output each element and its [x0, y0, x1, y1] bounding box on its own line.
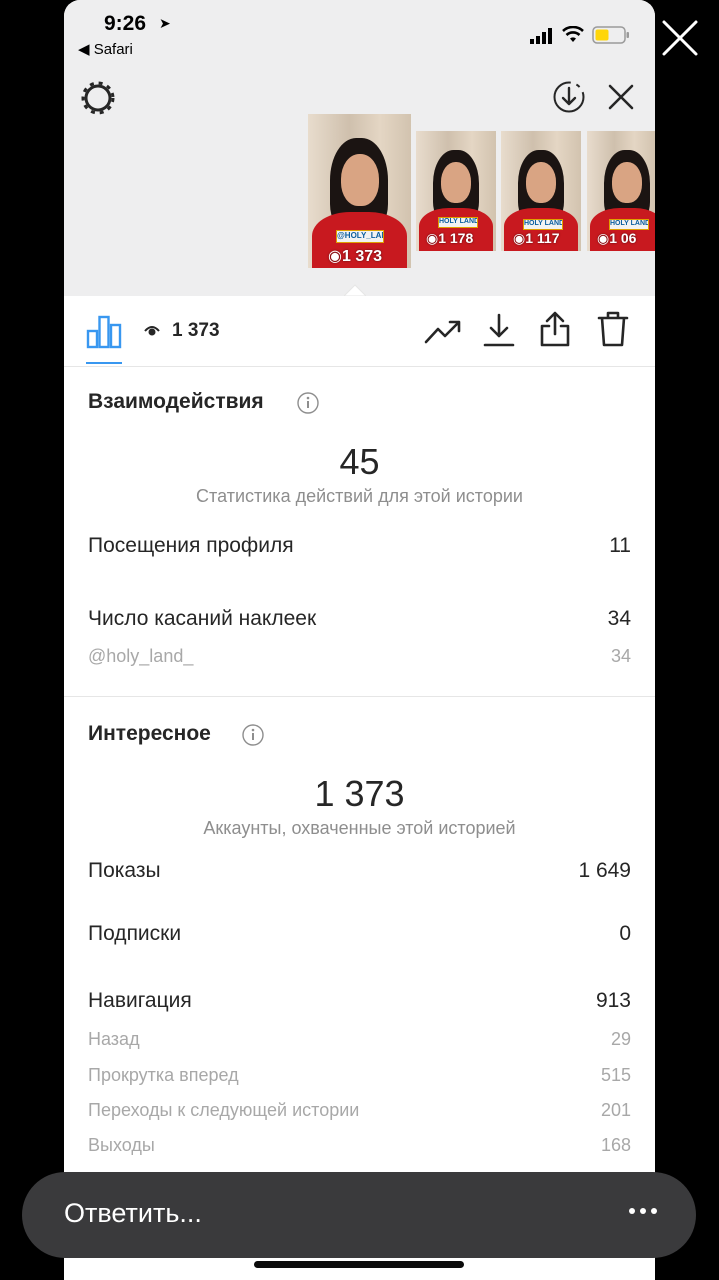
- close-icon[interactable]: [660, 18, 700, 58]
- thumbnail-sticker: HOLY LAND: [523, 219, 563, 230]
- metric-label: Посещения профиля: [88, 534, 294, 557]
- active-tab-indicator: [86, 362, 122, 364]
- metric-label: Число касаний наклеек: [88, 607, 317, 630]
- navigation-sub-value: 201: [600, 1100, 631, 1120]
- more-horizontal-icon[interactable]: [628, 1206, 658, 1216]
- close-icon[interactable]: [606, 82, 636, 112]
- metric-label: Показы: [88, 859, 161, 882]
- story-action-bar: 1 373: [64, 296, 655, 367]
- bar-chart-icon[interactable]: [86, 313, 122, 349]
- gear-icon[interactable]: [80, 80, 116, 116]
- metric-value: 1 649: [578, 859, 631, 882]
- metric-label: Подписки: [88, 922, 182, 945]
- sticker-tap-value: 34: [610, 646, 631, 666]
- download-circle-icon[interactable]: [552, 80, 586, 114]
- story-thumbnail[interactable]: HOLY LAND ◉1 117: [501, 131, 581, 251]
- info-icon[interactable]: [242, 724, 264, 746]
- navigation-sub-value: 168: [600, 1135, 631, 1155]
- metric-label: Навигация: [88, 989, 192, 1012]
- navigation-sub-label: Прокрутка вперед: [88, 1065, 239, 1085]
- section-title-interactions: Взаимодействия: [88, 390, 264, 413]
- download-icon[interactable]: [482, 312, 516, 348]
- story-thumbnail-selected[interactable]: @HOLY_LAND ◉1 373: [308, 114, 411, 268]
- section-divider: [64, 696, 655, 697]
- thumbnail-views: ◉1 373: [328, 248, 383, 265]
- metric-value: 34: [607, 607, 631, 630]
- metric-value: 0: [619, 922, 631, 945]
- thumbnail-views: ◉1 06: [597, 230, 637, 246]
- location-icon: ➤: [159, 15, 171, 31]
- back-to-app-link[interactable]: ◀ Safari: [78, 40, 133, 58]
- reply-input[interactable]: Ответить...: [22, 1172, 696, 1258]
- thumbnail-sticker: HOLY LAND: [438, 217, 478, 228]
- navigation-sub-label: Назад: [88, 1029, 140, 1049]
- thumbnail-sticker: HOLY LAND: [609, 219, 649, 230]
- eye-icon: [144, 326, 160, 336]
- thumbnail-views: ◉1 178: [426, 230, 474, 246]
- interactions-caption: Статистика действий для этой истории: [196, 486, 523, 506]
- story-preview-area: 9:26 ➤ ◀ Safari @HOLY_LA ◉1 373 HOLY LAN…: [64, 0, 655, 296]
- thumbnail-views: ◉1 117: [513, 230, 560, 246]
- story-insights-panel: 9:26 ➤ ◀ Safari @HOLY_LA ◉1 373 HOLY LAN…: [64, 0, 655, 1280]
- navigation-sub-value: 29: [610, 1029, 631, 1049]
- viewer-count[interactable]: 1 373: [172, 320, 220, 342]
- cellular-signal-icon: [530, 28, 552, 44]
- trending-up-icon[interactable]: [424, 314, 462, 348]
- reply-placeholder[interactable]: Ответить...: [64, 1198, 202, 1229]
- story-thumbnail[interactable]: HOLY LAND ◉1 06: [587, 131, 655, 251]
- thumbnail-sticker: @HOLY_LAND: [336, 230, 384, 243]
- status-time: 9:26: [104, 12, 147, 35]
- battery-icon: [592, 26, 629, 44]
- share-icon[interactable]: [538, 310, 572, 348]
- home-indicator[interactable]: [254, 1261, 464, 1268]
- navigation-sub-value: 515: [600, 1065, 631, 1085]
- discovery-caption: Аккаунты, охваченные этой историей: [203, 818, 516, 838]
- story-thumbnail[interactable]: HOLY LAND ◉1 178: [416, 131, 496, 251]
- wifi-icon: [562, 26, 584, 42]
- trash-icon[interactable]: [596, 310, 630, 348]
- selected-thumbnail-pointer: [344, 284, 366, 296]
- discovery-total: 1 373: [314, 773, 405, 814]
- navigation-sub-label: Переходы к следующей истории: [88, 1100, 360, 1120]
- sticker-tap-label[interactable]: @holy_land_: [88, 646, 193, 667]
- metric-value: 11: [609, 534, 631, 557]
- section-title-discovery: Интересное: [88, 722, 211, 745]
- navigation-sub-label: Выходы: [88, 1135, 155, 1155]
- interactions-total: 45: [339, 441, 380, 482]
- metric-value: 913: [595, 989, 631, 1012]
- info-icon[interactable]: [297, 392, 319, 414]
